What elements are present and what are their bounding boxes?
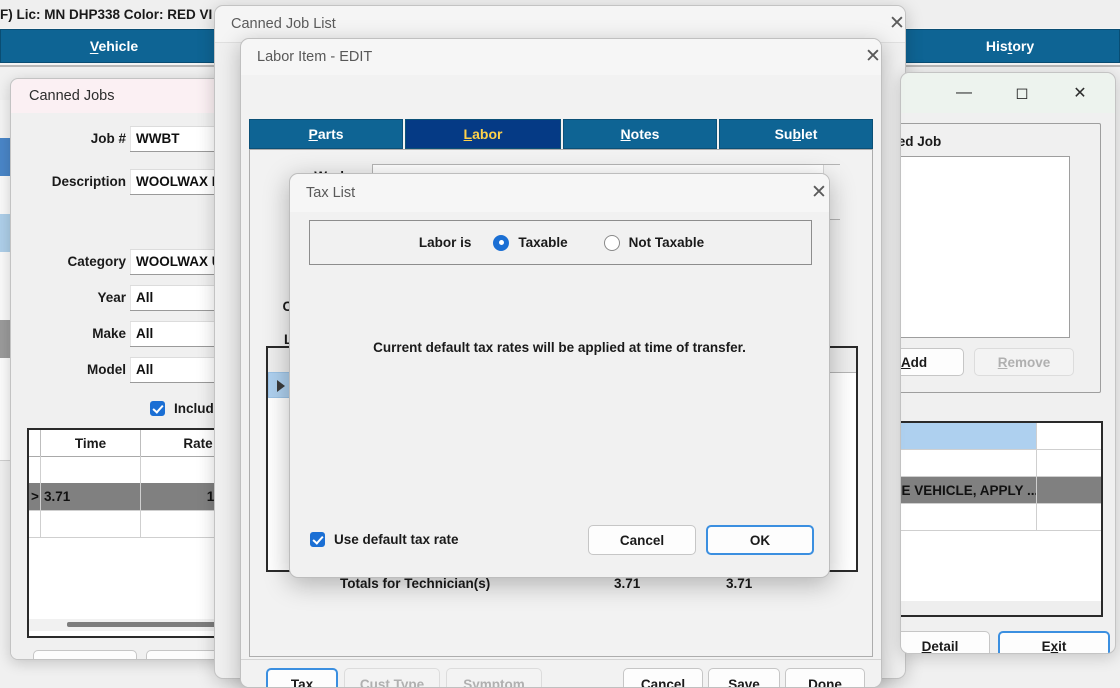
cancel-button[interactable]: Cancel bbox=[623, 668, 703, 688]
cust-type-button-label: Cust Type bbox=[360, 677, 424, 688]
labor-item-tab-row: Parts Labor Notes Sublet bbox=[249, 119, 873, 149]
detail-button[interactable]: Detail bbox=[900, 631, 990, 654]
save-button[interactable]: Save bbox=[708, 668, 780, 688]
remove-button: Remove bbox=[974, 348, 1074, 376]
add-button[interactable]: Add bbox=[900, 348, 964, 376]
detail-button-label: Detail bbox=[922, 639, 959, 654]
add-button-label: Add bbox=[901, 355, 927, 370]
label-model: Model bbox=[41, 362, 126, 377]
tab-sublet-label: Sublet bbox=[775, 126, 818, 142]
minimize-icon[interactable]: — bbox=[953, 83, 975, 103]
cell-description bbox=[900, 423, 1037, 449]
table-row[interactable] bbox=[900, 423, 1101, 450]
done-button-label: Done bbox=[808, 677, 842, 688]
symptom-button: Symptom bbox=[446, 668, 542, 688]
labor-item-footer: Tax Cust Type Symptom Cancel Save Done bbox=[241, 659, 881, 688]
canned-job-list-title-text: Canned Job List bbox=[231, 16, 336, 32]
cell-time bbox=[41, 510, 141, 537]
parts-button[interactable]: Parts bbox=[33, 650, 137, 660]
right-window-title-bar: — ◻ ✕ bbox=[901, 73, 1115, 113]
cancel-button[interactable]: Cancel bbox=[588, 525, 696, 555]
canned-job-results-grid[interactable]: OF THE VEHICLE, APPLY ... bbox=[900, 421, 1103, 617]
symptom-button-label: Symptom bbox=[463, 677, 525, 688]
canned-job-panel-label: Canned Job bbox=[900, 134, 941, 149]
include-in-checkbox[interactable] bbox=[150, 401, 165, 416]
tab-vehicle-label: Vehicle bbox=[90, 38, 138, 54]
remove-button-label: Remove bbox=[998, 355, 1051, 370]
close-icon[interactable]: ✕ bbox=[887, 15, 906, 35]
tax-list-footer: Use default tax rate Cancel OK bbox=[290, 517, 829, 577]
labor-item-title-bar: Labor Item - EDIT ✕ bbox=[241, 39, 882, 75]
table-row[interactable] bbox=[900, 450, 1101, 477]
cust-type-button: Cust Type bbox=[344, 668, 440, 688]
cell-time bbox=[41, 456, 141, 483]
ok-button[interactable]: OK bbox=[706, 525, 814, 555]
use-default-tax-rate-label: Use default tax rate bbox=[334, 532, 459, 547]
cancel-button-label: Cancel bbox=[620, 533, 664, 548]
canned-job-listbox[interactable] bbox=[900, 156, 1070, 338]
tab-history[interactable]: History bbox=[900, 29, 1120, 63]
ok-button-label: OK bbox=[750, 533, 770, 548]
tax-button-label: Tax bbox=[291, 677, 313, 688]
label-make: Make bbox=[46, 326, 126, 341]
cancel-button-label: Cancel bbox=[641, 677, 685, 688]
table-row[interactable] bbox=[900, 504, 1101, 531]
close-icon[interactable]: ✕ bbox=[809, 184, 829, 204]
cell-time: 3.71 bbox=[41, 483, 141, 510]
radio-not-taxable-indicator bbox=[604, 235, 620, 251]
save-button-label: Save bbox=[728, 677, 760, 688]
tab-sublet[interactable]: Sublet bbox=[719, 119, 873, 149]
tab-parts[interactable]: Parts bbox=[249, 119, 403, 149]
label-category: Category bbox=[31, 254, 126, 269]
tab-vehicle[interactable]: Vehicle bbox=[0, 29, 228, 63]
radio-taxable[interactable]: Taxable bbox=[493, 235, 567, 251]
labor-item-title-text: Labor Item - EDIT bbox=[257, 49, 372, 65]
radio-not-taxable-label: Not Taxable bbox=[629, 235, 705, 250]
tax-list-title-bar: Tax List ✕ bbox=[290, 174, 830, 212]
technician-totals-row: Totals for Technician(s) 3.71 3.71 bbox=[266, 576, 858, 596]
cell-row-marker: > bbox=[29, 483, 41, 510]
column-header-time[interactable]: Time bbox=[41, 430, 141, 456]
parts-button-label: Parts bbox=[68, 657, 102, 661]
vehicle-info-text: F) Lic: MN DHP338 Color: RED VI bbox=[0, 7, 212, 22]
label-description: Description bbox=[21, 174, 126, 189]
tax-list-dialog: Tax List ✕ Labor is Taxable Not Taxable … bbox=[289, 173, 830, 578]
cell-description bbox=[900, 450, 1037, 476]
exit-button[interactable]: Exit bbox=[998, 631, 1110, 654]
maximize-icon[interactable]: ◻ bbox=[1011, 83, 1033, 103]
tab-parts-label: Parts bbox=[308, 126, 343, 142]
close-icon[interactable]: ✕ bbox=[1069, 83, 1091, 103]
tab-labor[interactable]: Labor bbox=[405, 119, 561, 149]
totals-label: Totals for Technician(s) bbox=[340, 576, 490, 591]
labor-is-label: Labor is bbox=[419, 235, 472, 250]
radio-not-taxable[interactable]: Not Taxable bbox=[604, 235, 705, 251]
radio-taxable-label: Taxable bbox=[518, 235, 567, 250]
close-icon[interactable]: ✕ bbox=[863, 48, 882, 68]
exit-button-label: Exit bbox=[1042, 639, 1067, 654]
tab-history-label: History bbox=[986, 38, 1034, 54]
done-button[interactable]: Done bbox=[785, 668, 865, 688]
cell-description bbox=[900, 504, 1037, 530]
labor-button-label: Labor bbox=[179, 657, 217, 661]
tax-note-text: Current default tax rates will be applie… bbox=[290, 340, 829, 355]
label-job-number: Job # bbox=[41, 131, 126, 146]
totals-value-1: 3.71 bbox=[614, 576, 640, 591]
grid-footer bbox=[900, 601, 1101, 615]
totals-value-2: 3.71 bbox=[726, 576, 752, 591]
tax-list-title-text: Tax List bbox=[306, 185, 355, 201]
cell-description: OF THE VEHICLE, APPLY ... bbox=[900, 477, 1037, 503]
table-row[interactable]: OF THE VEHICLE, APPLY ... bbox=[900, 477, 1101, 504]
tax-button[interactable]: Tax bbox=[266, 668, 338, 688]
tab-labor-label: Labor bbox=[464, 126, 503, 142]
radio-taxable-indicator bbox=[493, 235, 509, 251]
label-year: Year bbox=[51, 290, 126, 305]
tab-notes[interactable]: Notes bbox=[563, 119, 717, 149]
use-default-tax-rate-checkbox[interactable] bbox=[310, 532, 325, 547]
canned-job-group-panel: Canned Job Add Remove bbox=[900, 123, 1101, 393]
tab-notes-label: Notes bbox=[621, 126, 660, 142]
canned-jobs-title-text: Canned Jobs bbox=[29, 88, 114, 104]
labor-taxable-group: Labor is Taxable Not Taxable bbox=[309, 220, 812, 265]
canned-job-panel-window: — ◻ ✕ Canned Job Add Remove OF THE VEHIC… bbox=[900, 72, 1116, 654]
